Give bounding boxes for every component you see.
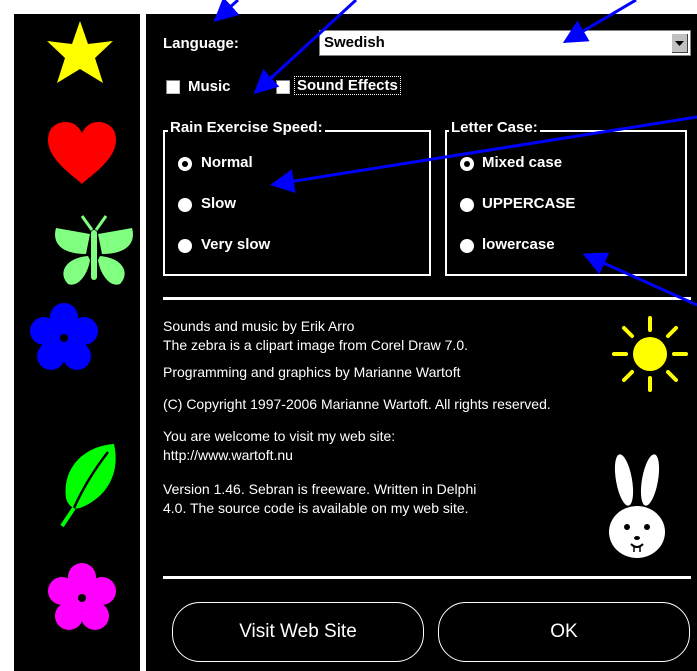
arrow-language [562, 0, 637, 44]
arrow-letter-case [582, 252, 697, 307]
arrow-speed [270, 115, 697, 194]
arrow-top-left [213, 0, 240, 23]
arrow-music [253, 0, 358, 95]
sebran-settings-window: Language: Swedish Music Sound Effects Ra… [0, 0, 697, 671]
annotation-arrows [213, 0, 697, 307]
